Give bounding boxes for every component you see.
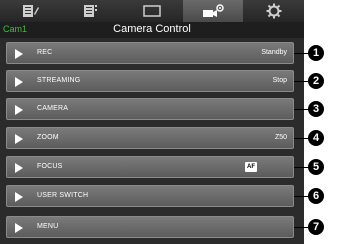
callout-marker: 5 (308, 159, 324, 175)
row-label: FOCUS (37, 163, 63, 170)
callout-marker: 4 (308, 130, 324, 146)
play-arrow-icon (15, 134, 23, 144)
gear-icon (266, 3, 282, 19)
callout-line (294, 167, 308, 168)
tab-bar (0, 0, 304, 22)
callout-marker: 3 (308, 101, 324, 117)
row-label: REC (37, 49, 53, 56)
row-label: MENU (37, 223, 59, 230)
play-arrow-icon (15, 105, 23, 115)
row-label: CAMERA (37, 105, 69, 112)
zoom-button[interactable]: ZOOM Z50 (6, 127, 294, 149)
list-icon (84, 5, 97, 17)
zoom-status: Z50 (274, 134, 287, 141)
camera-control-screen: Cam1 Camera Control REC Standby STREAMIN… (0, 0, 304, 244)
streaming-button[interactable]: STREAMING Stop (6, 70, 294, 92)
callout-marker: 1 (308, 45, 324, 61)
callout-line (294, 227, 308, 228)
row-label: STREAMING (37, 77, 81, 84)
camera-button[interactable]: CAMERA (6, 98, 294, 120)
streaming-status: Stop (272, 77, 287, 84)
callout-line (294, 196, 308, 197)
callout-line (294, 109, 308, 110)
focus-button[interactable]: FOCUS AF (6, 156, 294, 178)
row-label: ZOOM (37, 134, 59, 141)
play-arrow-icon (15, 77, 23, 87)
callout-line (294, 81, 308, 82)
callout-line (294, 138, 308, 139)
tab-window[interactable] (122, 0, 182, 22)
play-arrow-icon (15, 223, 23, 233)
rec-status: Standby (261, 49, 287, 56)
tab-notes[interactable] (0, 0, 60, 22)
menu-button[interactable]: MENU (6, 216, 294, 238)
af-badge: AF (245, 162, 257, 172)
tab-list[interactable] (61, 0, 121, 22)
window-icon (143, 5, 161, 17)
rec-button[interactable]: REC Standby (6, 42, 294, 64)
tab-settings[interactable] (244, 0, 304, 22)
page-title: Camera Control (113, 23, 191, 35)
callout-line (294, 53, 308, 54)
tab-camera-settings[interactable] (183, 0, 243, 22)
callout-marker: 6 (308, 188, 324, 204)
play-arrow-icon (15, 192, 23, 202)
camera-settings-icon (203, 4, 224, 17)
row-label: USER SWITCH (37, 192, 89, 199)
title-bar: Cam1 Camera Control (0, 22, 304, 38)
menu-list: REC Standby STREAMING Stop CAMERA ZOOM Z… (0, 38, 304, 244)
play-arrow-icon (15, 163, 23, 173)
play-arrow-icon (15, 49, 23, 59)
callout-marker: 2 (308, 73, 324, 89)
callout-marker: 7 (308, 219, 324, 235)
notes-icon (23, 5, 39, 17)
user-switch-button[interactable]: USER SWITCH (6, 185, 294, 207)
